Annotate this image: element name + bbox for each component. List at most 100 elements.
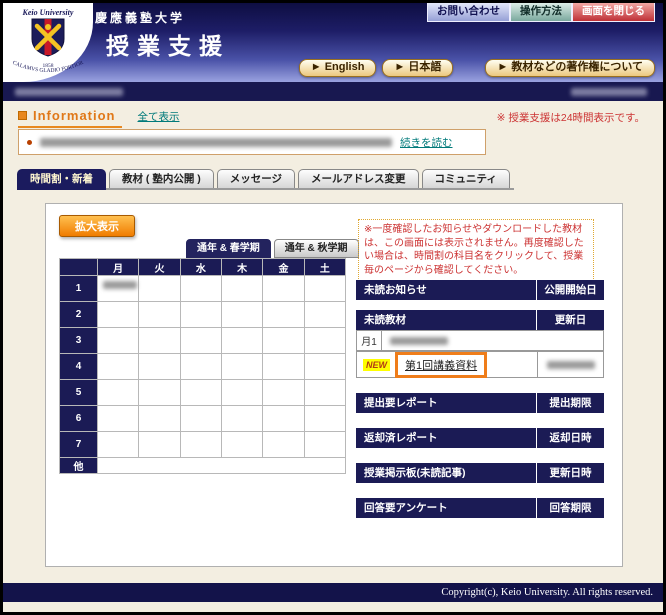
- timetable-row: 5: [60, 380, 346, 406]
- period-label: 1: [60, 276, 98, 302]
- timetable-row: 2: [60, 302, 346, 328]
- timetable-cell: [98, 432, 139, 458]
- tab-community[interactable]: コミュニティ: [422, 169, 510, 188]
- redacted-course-link[interactable]: [103, 281, 137, 289]
- semester-tabs: 通年 & 春学期 通年 & 秋学期: [186, 239, 359, 258]
- information-icon: [18, 111, 27, 120]
- day-header: 火: [139, 259, 180, 276]
- timetable-cell: [139, 380, 180, 406]
- timetable-cell: [221, 406, 262, 432]
- day-header: 月: [98, 259, 139, 276]
- section-date-label: 公開開始日: [536, 280, 604, 300]
- section-title: 未読教材: [356, 310, 536, 330]
- tab-email-change[interactable]: メールアドレス変更: [298, 169, 419, 188]
- timetable-cell: [221, 276, 262, 302]
- new-badge: NEW: [363, 359, 390, 371]
- header-buttons: お問い合わせ 操作方法 画面を閉じる: [427, 3, 655, 22]
- section-date-label: 回答期限: [536, 498, 604, 518]
- timetable-cell: [98, 380, 139, 406]
- tab-timetable-new[interactable]: 時間割・新着: [17, 169, 106, 190]
- other-label: 他: [60, 458, 98, 474]
- footer: Copyright(c), Keio University. All right…: [3, 583, 663, 602]
- timetable-row: 7: [60, 432, 346, 458]
- timetable-cell: [221, 432, 262, 458]
- timetable-row: 6: [60, 406, 346, 432]
- contact-button[interactable]: お問い合わせ: [427, 3, 510, 22]
- language-buttons: ► English ► 日本語 ► 教材などの著作権について: [3, 59, 655, 77]
- material-copyright-button[interactable]: ► 教材などの著作権について: [485, 59, 655, 77]
- content-box: 拡大表示 通年 & 春学期 通年 & 秋学期 月火水木金土1234567他 ※一…: [45, 203, 623, 567]
- timetable-cell: [304, 432, 345, 458]
- timetable-cell: [180, 302, 221, 328]
- section-title: 回答要アンケート: [356, 498, 536, 518]
- tab-materials[interactable]: 教材 ( 塾内公開 ): [109, 169, 214, 188]
- timetable-cell: [263, 380, 304, 406]
- close-screen-button[interactable]: 画面を閉じる: [572, 3, 655, 22]
- timetable-cell: [98, 354, 139, 380]
- user-bar: [3, 82, 663, 101]
- timetable-cell: [180, 432, 221, 458]
- material-item-row: NEW 第1回講義資料: [356, 351, 604, 378]
- material-slot: 月1: [357, 331, 382, 350]
- redacted-announcement: [40, 138, 392, 147]
- timetable-cell: [139, 432, 180, 458]
- information-title: Information: [18, 108, 122, 128]
- timetable-other-cell: [98, 458, 346, 474]
- show-all-link[interactable]: 全て表示: [138, 109, 180, 124]
- section-date-label: 返却日時: [536, 428, 604, 448]
- section-surveys: 回答要アンケート 回答期限: [356, 498, 604, 518]
- information-box: 続きを読む: [18, 129, 486, 155]
- tab-messages[interactable]: メッセージ: [217, 169, 295, 188]
- section-returned-reports: 返却済レポート 返却日時: [356, 428, 604, 448]
- svg-text:Keio University: Keio University: [22, 8, 74, 17]
- timetable-row: 4: [60, 354, 346, 380]
- timetable-cell: [304, 328, 345, 354]
- section-title: 返却済レポート: [356, 428, 536, 448]
- section-title: 未読お知らせ: [356, 280, 536, 300]
- redacted-user-name: [15, 88, 123, 96]
- timetable-cell: [180, 380, 221, 406]
- period-label: 4: [60, 354, 98, 380]
- section-date-label: 提出期限: [536, 393, 604, 413]
- app-title: 授業支援: [106, 27, 230, 61]
- section-title: 授業掲示板(未読記事): [356, 463, 536, 483]
- expand-button[interactable]: 拡大表示: [59, 215, 135, 237]
- day-header: 木: [221, 259, 262, 276]
- timetable-cell: [98, 328, 139, 354]
- timetable-cell: [304, 276, 345, 302]
- timetable-cell: [139, 406, 180, 432]
- timetable-cell: [180, 276, 221, 302]
- information-label: Information: [33, 108, 116, 123]
- timetable-corner: [60, 259, 98, 276]
- section-date-label: 更新日: [536, 310, 604, 330]
- period-label: 6: [60, 406, 98, 432]
- japanese-button[interactable]: ► 日本語: [382, 59, 453, 77]
- timetable-row: 1: [60, 276, 346, 302]
- timetable-cell: [263, 406, 304, 432]
- timetable: 月火水木金土1234567他: [59, 258, 346, 474]
- material-link[interactable]: 第1回講義資料: [405, 360, 477, 372]
- timetable-cell: [221, 380, 262, 406]
- redacted-course-name: [390, 337, 448, 345]
- guide-button[interactable]: 操作方法: [510, 3, 572, 22]
- section-unread-announcements: 未読お知らせ 公開開始日: [356, 280, 604, 300]
- right-panel: ※一度確認したお知らせやダウンロードした教材は、この画面には表示されません。再度…: [356, 204, 604, 568]
- read-more-link[interactable]: 続きを読む: [400, 135, 453, 150]
- timetable-cell: [221, 354, 262, 380]
- timetable-cell: [139, 276, 180, 302]
- english-button[interactable]: ► English: [299, 59, 377, 77]
- tab-spring-semester[interactable]: 通年 & 春学期: [186, 239, 271, 258]
- period-label: 2: [60, 302, 98, 328]
- timetable-other-row: 他: [60, 458, 346, 474]
- timetable-cell: [139, 302, 180, 328]
- timetable-cell: [98, 302, 139, 328]
- timetable-cell: [304, 354, 345, 380]
- notice-box: ※一度確認したお知らせやダウンロードした教材は、この画面には表示されません。再度…: [358, 219, 594, 281]
- timetable-row: 3: [60, 328, 346, 354]
- tab-fall-semester[interactable]: 通年 & 秋学期: [274, 239, 359, 258]
- information-header: Information 全て表示: [18, 108, 180, 128]
- timetable-cell: [263, 432, 304, 458]
- timetable-cell: [98, 406, 139, 432]
- redacted-date: [571, 88, 647, 96]
- timetable-cell: [180, 354, 221, 380]
